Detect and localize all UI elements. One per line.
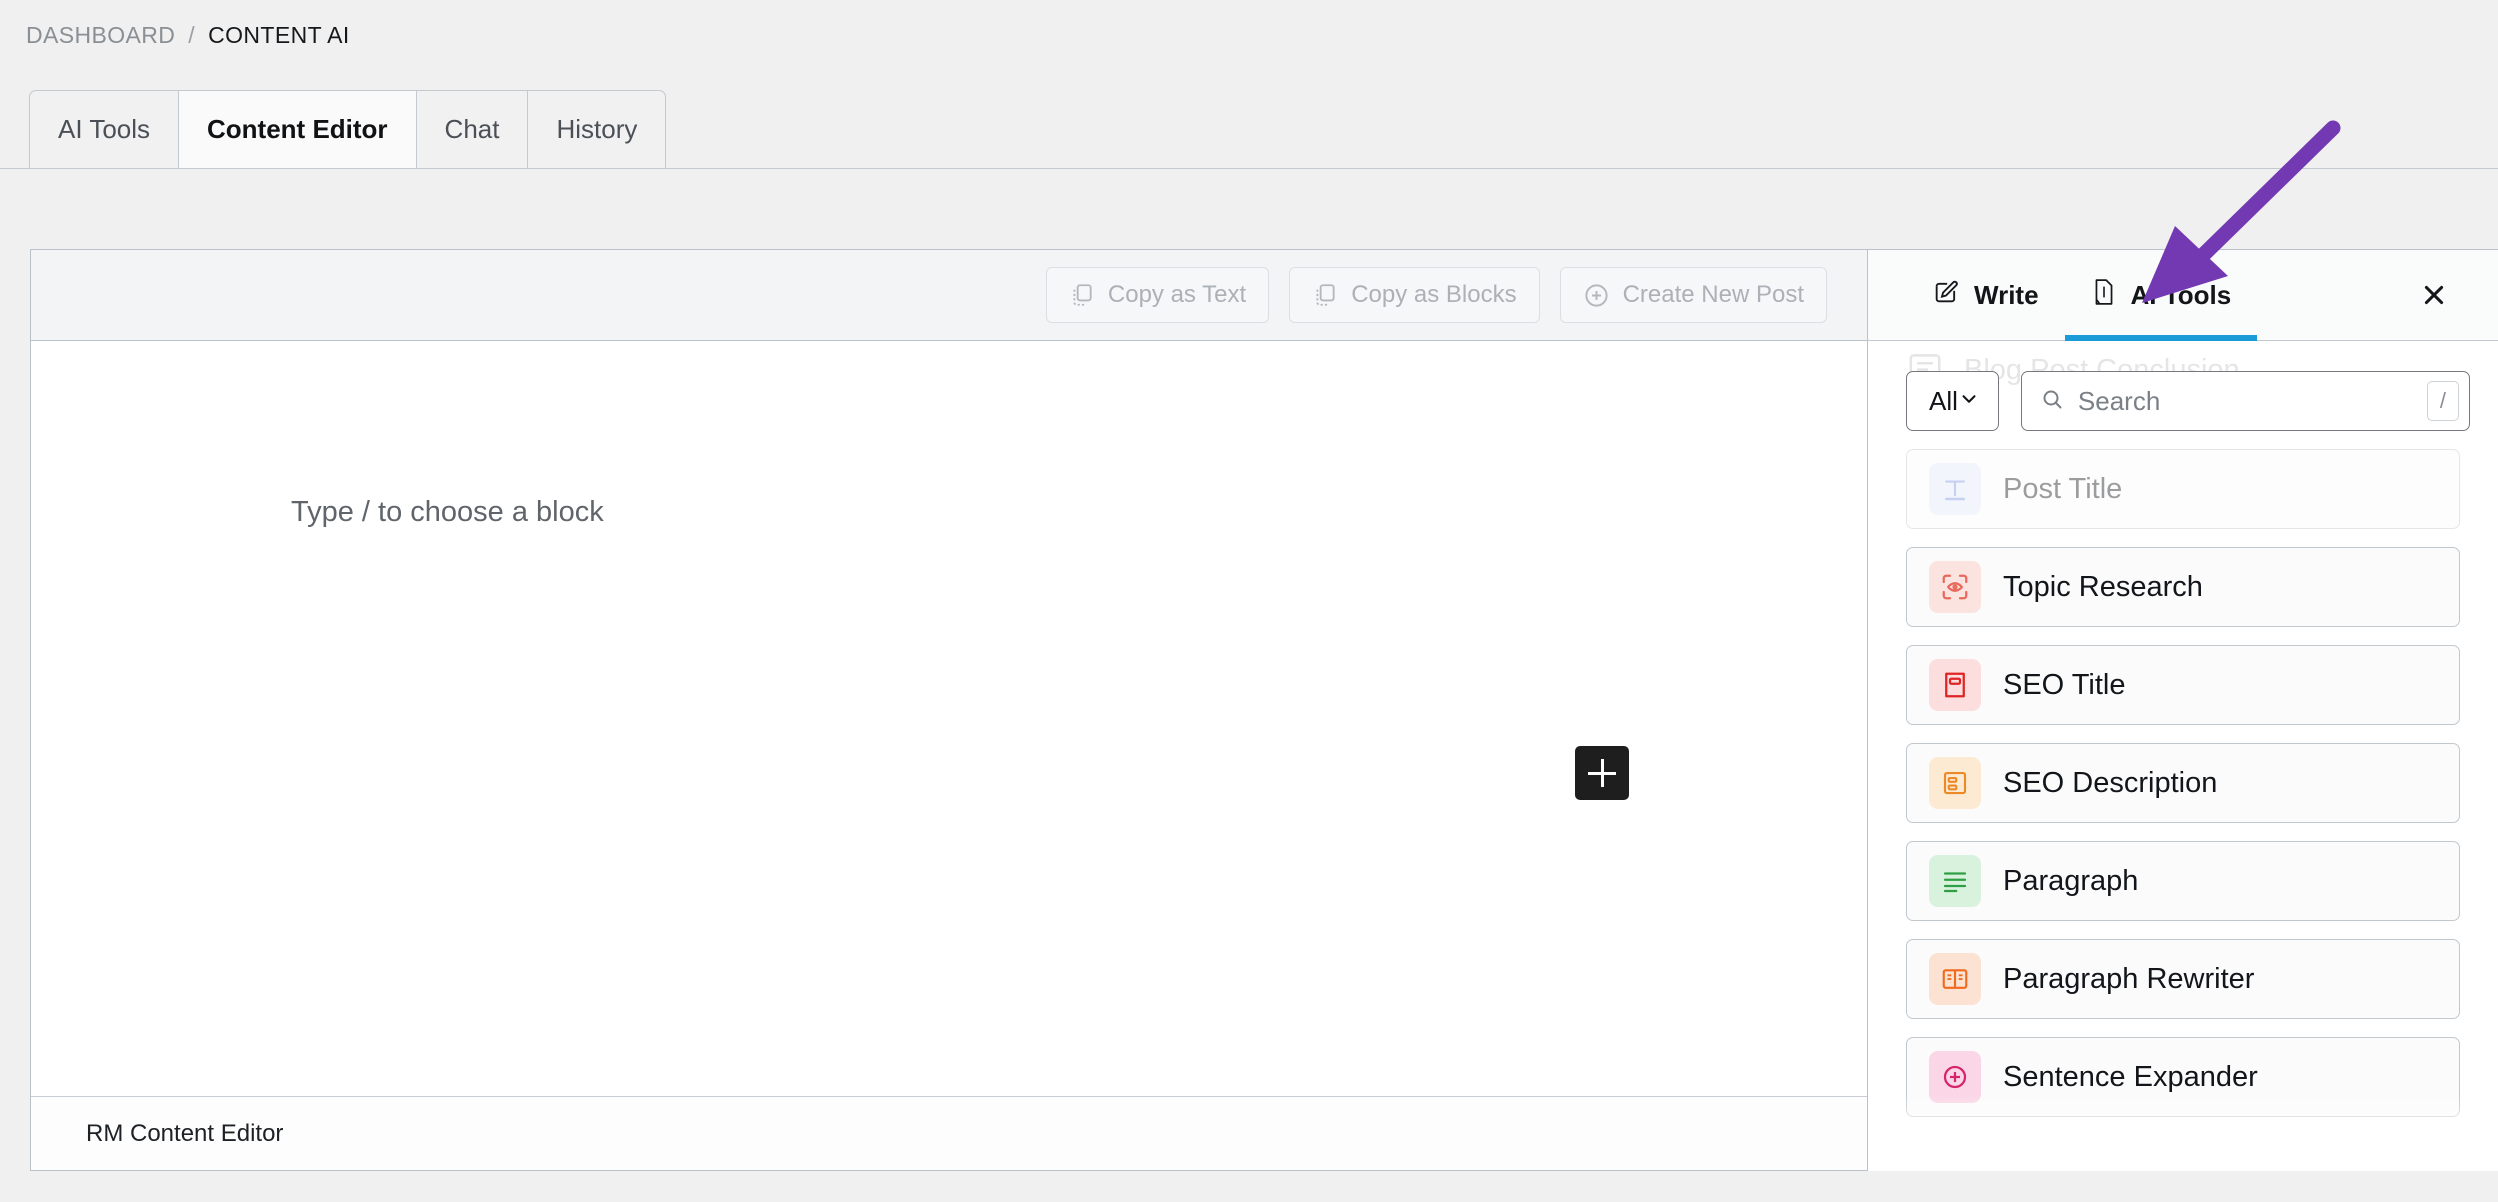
plus-circle-icon (1583, 282, 1610, 309)
tab-chat[interactable]: Chat (416, 90, 528, 168)
tool-item-paragraph-rewriter[interactable]: Paragraph Rewriter (1906, 939, 2460, 1019)
workspace: Copy as Text Copy as Blocks Create New P… (0, 168, 2498, 1202)
copy-icon (1069, 282, 1095, 308)
ai-panel-header: Write AI Tools (1868, 250, 2498, 341)
tab-history[interactable]: History (527, 90, 667, 168)
tool-label: Paragraph (2003, 864, 2139, 897)
close-panel-button[interactable] (2406, 250, 2462, 340)
create-new-post-button[interactable]: Create New Post (1559, 267, 1827, 323)
editor-status-bar: RM Content Editor (31, 1096, 1867, 1170)
pencil-square-icon (1932, 278, 1960, 313)
panel-tab-ai-tools[interactable]: AI Tools (2064, 250, 2258, 341)
seo-desc-icon (1929, 757, 1981, 809)
filter-value: All (1929, 385, 1958, 416)
button-label: Create New Post (1622, 281, 1804, 308)
editor-toolbar: Copy as Text Copy as Blocks Create New P… (31, 250, 1867, 341)
ai-tools-list-container: Blog Post Conclusion All Search / Post T… (1868, 341, 2498, 1171)
scan-eye-icon (1929, 561, 1981, 613)
seo-title-icon (1929, 659, 1981, 711)
tool-label: Post Title (2003, 472, 2123, 505)
ai-sidebar-panel: Write AI Tools Blog Post Conclusion All … (1867, 249, 2498, 1171)
tab-ai-tools[interactable]: AI Tools (29, 90, 179, 168)
tool-item-seo-title[interactable]: SEO Title (1906, 645, 2460, 725)
copy-as-blocks-button[interactable]: Copy as Blocks (1289, 267, 1540, 323)
breadcrumb: DASHBOARD / CONTENT AI (26, 22, 350, 49)
content-editor-panel: Copy as Text Copy as Blocks Create New P… (30, 249, 1867, 1171)
tool-label: Topic Research (2003, 570, 2203, 603)
breadcrumb-current: CONTENT AI (208, 22, 350, 48)
tab-label: Chat (444, 114, 500, 144)
tool-item-paragraph[interactable]: Paragraph (1906, 841, 2460, 921)
search-input[interactable] (2077, 385, 2413, 417)
status-bar-label: RM Content Editor (86, 1119, 284, 1147)
copy-icon (1312, 282, 1338, 308)
button-label: Copy as Blocks (1351, 281, 1517, 308)
filter-row: All / (1906, 341, 2470, 431)
book-open-icon (1929, 953, 1981, 1005)
search-icon (2040, 387, 2064, 416)
tool-label: Paragraph Rewriter (2003, 962, 2255, 995)
ai-tools-list: Post Title Topic Research SEO Title SEO … (1906, 449, 2460, 1117)
chevron-down-icon (1958, 386, 1980, 417)
category-filter-select[interactable]: All (1906, 371, 1999, 431)
breadcrumb-root[interactable]: DASHBOARD (26, 22, 175, 49)
circle-pink-icon (1929, 1051, 1981, 1103)
panel-tab-label: Write (1974, 279, 2039, 310)
search-shortcut-badge: / (2426, 381, 2459, 421)
panel-tab-write[interactable]: Write (1906, 250, 2065, 340)
title-icon (1929, 463, 1981, 515)
block-placeholder[interactable]: Type / to choose a block (291, 496, 604, 529)
tool-item-seo-description[interactable]: SEO Description (1906, 743, 2460, 823)
tool-item-sentence-expander[interactable]: Sentence Expander (1906, 1037, 2460, 1117)
tab-label: History (556, 114, 638, 144)
button-label: Copy as Text (1107, 281, 1247, 308)
add-block-button[interactable] (1575, 746, 1629, 800)
editor-canvas[interactable]: Type / to choose a block (31, 341, 1867, 1096)
tab-content-editor[interactable]: Content Editor (178, 90, 417, 168)
tab-label: Content Editor (207, 114, 388, 144)
tool-item-post-title[interactable]: Post Title (1906, 449, 2460, 529)
search-box[interactable]: / (2020, 371, 2470, 431)
lines-icon (1929, 855, 1981, 907)
copy-as-text-button[interactable]: Copy as Text (1045, 267, 1270, 323)
breadcrumb-separator: / (188, 22, 196, 48)
tool-label: SEO Description (2003, 766, 2218, 799)
tool-label: SEO Title (2003, 668, 2126, 701)
tab-label: AI Tools (58, 114, 151, 144)
tool-item-topic-research[interactable]: Topic Research (1906, 547, 2460, 627)
document-ai-icon (2091, 278, 2117, 313)
main-tab-strip: AI Tools Content Editor Chat History (29, 90, 667, 168)
tool-label: Sentence Expander (2003, 1060, 2258, 1093)
panel-tab-label: AI Tools (2130, 279, 2232, 310)
